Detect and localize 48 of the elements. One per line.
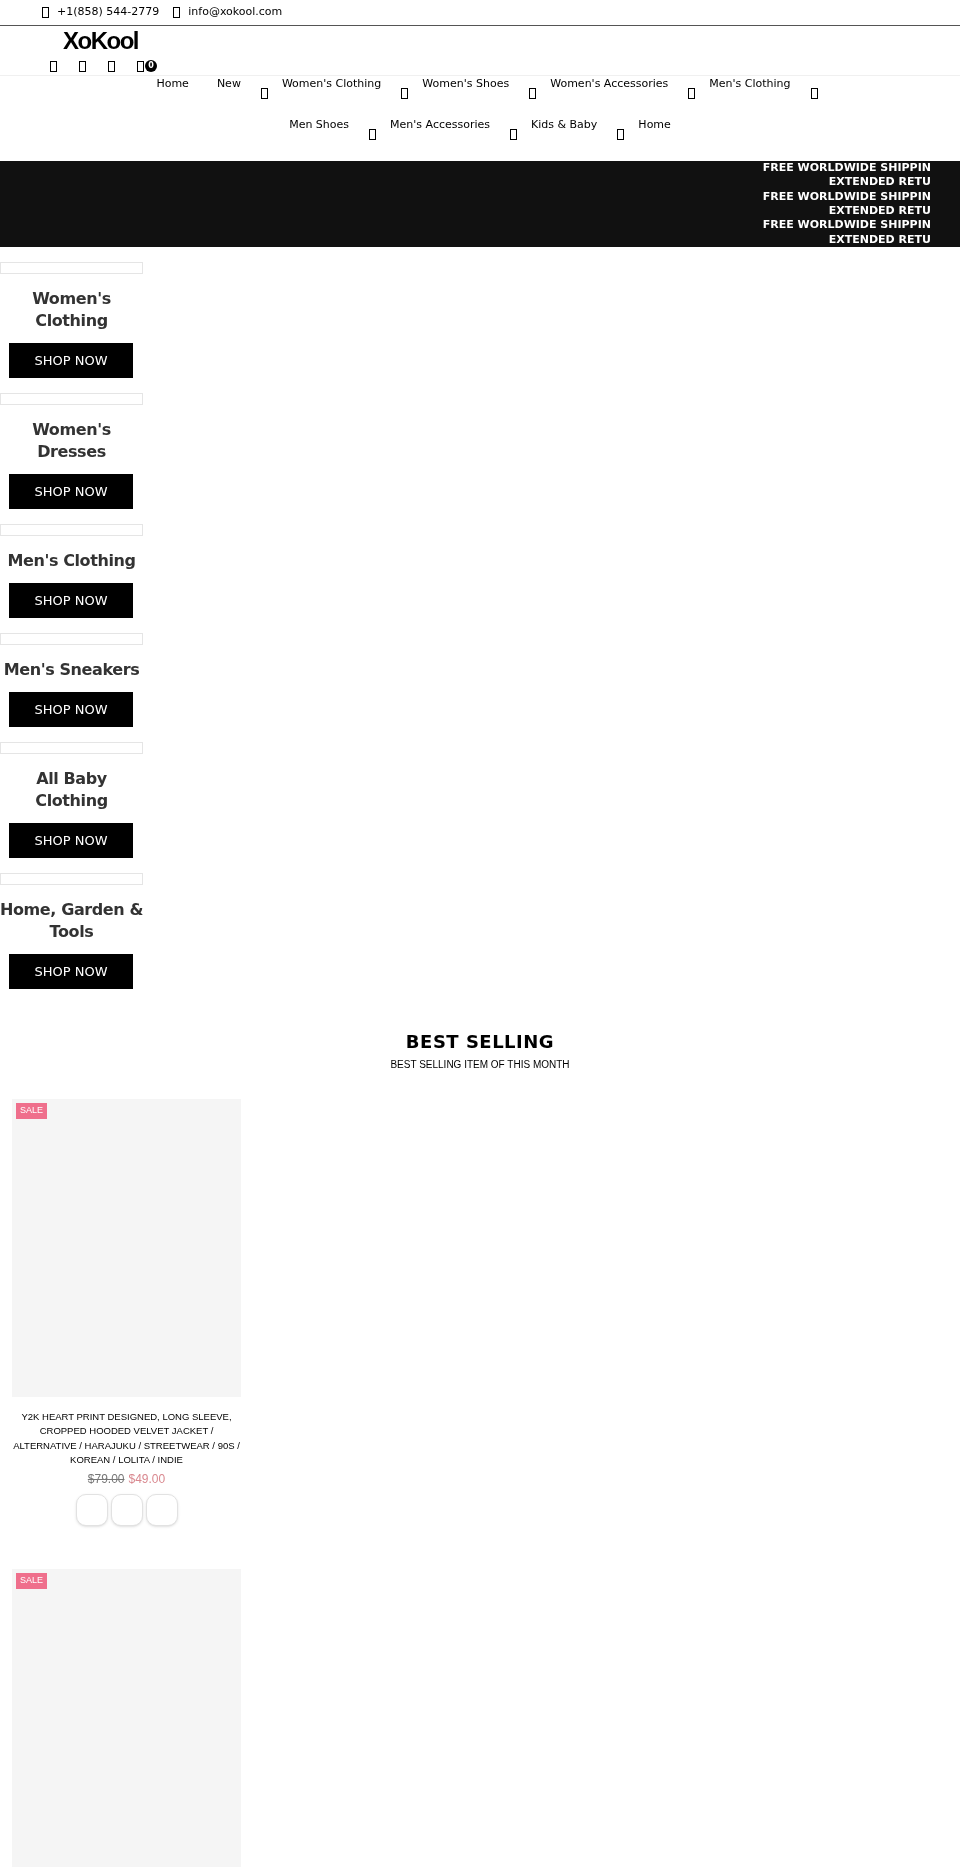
category-title: Women's Clothing <box>31 288 112 332</box>
nav-link[interactable]: Men's Accessories <box>390 118 490 148</box>
account-glyph-icon[interactable] <box>50 60 57 72</box>
category-title: Women's Dresses <box>31 419 112 463</box>
category-title: Men's Sneakers <box>2 659 141 681</box>
shop-now-button[interactable]: SHOP NOW <box>9 823 133 858</box>
color-swatch[interactable] <box>145 1494 178 1527</box>
category-title: All Baby Clothing <box>34 768 109 812</box>
color-swatch[interactable] <box>110 1494 143 1527</box>
category-title: Men's Clothing <box>6 550 137 572</box>
email-link[interactable]: info@xokool.com <box>188 4 283 21</box>
nav-link[interactable]: Women's Accessories <box>550 77 669 107</box>
shop-now-button[interactable]: SHOP NOW <box>9 692 133 727</box>
shop-now-button[interactable]: SHOP NOW <box>9 474 133 509</box>
shop-now-button[interactable]: SHOP NOW <box>9 954 133 989</box>
nav-link[interactable]: Home <box>638 118 671 148</box>
nav-link[interactable]: Home <box>156 77 189 107</box>
category-title: Home, Garden & Tools <box>0 899 143 943</box>
sale-badge: SALE <box>16 1573 47 1589</box>
announcement-text: FREE WORLDWIDE SHIPPIN <box>762 218 931 233</box>
sale-badge: SALE <box>16 1103 47 1119</box>
announcement-text: EXTENDED RETU <box>828 204 931 219</box>
color-swatch[interactable] <box>75 1494 108 1527</box>
product-title[interactable]: Y2K HEART PRINT DESIGNED, LONG SLEEVE, CROPPED HOODED VELVET JACKET / ALTERNATIVE / HARAJUKU / STREETWEAR / 90S / KOREAN / LOLITA / INDIE <box>12 1410 241 1468</box>
phone-glyph-icon <box>42 7 49 18</box>
announcement-text: EXTENDED RETU <box>828 175 931 190</box>
announcement-text: EXTENDED RETU <box>828 232 931 247</box>
shop-now-button[interactable]: SHOP NOW <box>9 583 133 618</box>
cart-count: 0 <box>145 60 157 72</box>
nav-link[interactable]: Men Shoes <box>289 118 350 148</box>
cart-glyph-icon[interactable] <box>137 60 144 72</box>
announcement-text: FREE WORLDWIDE SHIPPIN <box>762 189 931 204</box>
sale-price: $49.00 <box>128 1471 166 1489</box>
announcement-text: FREE WORLDWIDE SHIPPIN <box>762 161 931 176</box>
search-glyph-icon[interactable] <box>79 60 86 72</box>
nav-link[interactable]: Men's Clothing <box>709 77 791 107</box>
phone-number: +1(858) 544-2779 <box>57 4 160 21</box>
section-title: BEST SELLING <box>405 1030 555 1054</box>
nav-link[interactable]: Women's Shoes <box>422 77 510 107</box>
nav-link[interactable]: New <box>216 77 241 107</box>
original-price: $79.00 <box>87 1471 125 1489</box>
section-subtitle: BEST SELLING ITEM OF THIS MONTH <box>390 1058 570 1072</box>
nav-link[interactable]: Kids & Baby <box>531 118 598 148</box>
email-glyph-icon <box>173 7 181 18</box>
shop-now-button[interactable]: SHOP NOW <box>9 343 133 378</box>
wishlist-glyph-icon[interactable] <box>108 60 115 72</box>
nav-link[interactable]: Women's Clothing <box>281 77 382 107</box>
logo[interactable]: XoKool <box>63 26 138 54</box>
